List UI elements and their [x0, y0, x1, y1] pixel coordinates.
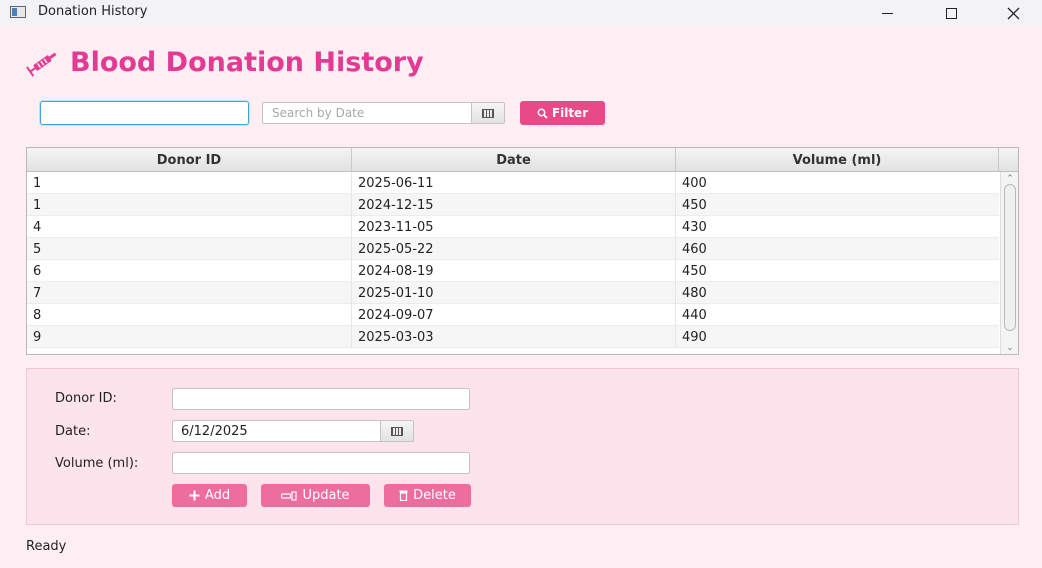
title-bar: Donation History [0, 0, 1042, 26]
donor-id-field[interactable] [172, 388, 470, 410]
cell-volume: 430 [682, 219, 707, 235]
cell-volume: 450 [682, 263, 707, 279]
table-header: Donor ID Date Volume (ml) [27, 148, 1018, 172]
cell-date: 2023-11-05 [352, 216, 676, 238]
table-row[interactable]: 9 2025-03-03 490 [27, 326, 999, 348]
donor-id-label: Donor ID: [55, 391, 117, 406]
cell-donor-id: 1 [27, 194, 352, 216]
search-input[interactable] [40, 101, 249, 125]
table-row[interactable]: 6 2024-08-19 450 [27, 260, 999, 282]
window-title: Donation History [38, 4, 148, 19]
scroll-down-icon[interactable]: ⌄ [1004, 342, 1016, 354]
cell-volume: 400 [682, 175, 707, 191]
maximize-button[interactable] [928, 0, 974, 26]
app-icon [10, 6, 26, 18]
table-row[interactable]: 4 2023-11-05 430 [27, 216, 999, 238]
cell-volume: 480 [682, 285, 707, 301]
volume-label: Volume (ml): [55, 456, 139, 471]
minimize-icon [881, 12, 893, 14]
filter-label: Filter [551, 106, 589, 120]
delete-label: Delete [413, 488, 456, 503]
cell-volume: 490 [682, 329, 707, 345]
page-heading: Blood Donation History [26, 44, 424, 80]
date-search-input[interactable] [262, 102, 472, 124]
table-row[interactable]: 8 2024-09-07 440 [27, 304, 999, 326]
cell-volume: 460 [682, 241, 707, 257]
cell-donor-id: 7 [27, 282, 352, 304]
calendar-icon [391, 426, 403, 436]
cell-date: 2024-09-07 [352, 304, 676, 326]
table-row[interactable]: 1 2025-06-11 400 [27, 172, 999, 194]
donation-table[interactable]: Donor ID Date Volume (ml) 1 2025-06-11 400… [26, 147, 1019, 355]
close-button[interactable] [990, 0, 1036, 26]
scroll-thumb[interactable] [1004, 184, 1016, 331]
pencil-icon [281, 490, 298, 501]
column-header-volume[interactable]: Volume (ml) [676, 148, 999, 172]
plus-icon [189, 490, 200, 501]
maximize-icon [945, 7, 957, 19]
cell-donor-id: 6 [27, 260, 352, 282]
syringe-icon [26, 52, 57, 77]
header-corner [999, 148, 1018, 172]
add-label: Add [204, 488, 231, 503]
update-label: Update [302, 488, 350, 503]
cell-donor-id: 8 [27, 304, 352, 326]
table-row[interactable]: 1 2024-12-15 450 [27, 194, 999, 216]
minimize-button[interactable] [864, 0, 910, 26]
cell-donor-id: 4 [27, 216, 352, 238]
cell-donor-id: 9 [27, 326, 352, 348]
update-button[interactable]: Update [261, 484, 370, 507]
cell-volume: 450 [682, 197, 707, 213]
status-text: Ready [26, 539, 67, 554]
close-icon [1007, 7, 1019, 19]
add-button[interactable]: Add [172, 484, 247, 507]
table-row[interactable]: 5 2025-05-22 460 [27, 238, 999, 260]
cell-donor-id: 1 [27, 172, 352, 194]
cell-volume: 440 [682, 307, 707, 323]
magnifier-icon [537, 108, 548, 119]
cell-date: 2024-08-19 [352, 260, 676, 282]
trash-icon [399, 490, 408, 501]
cell-date: 2025-01-10 [352, 282, 676, 304]
filter-button[interactable]: Filter [520, 101, 605, 125]
column-header-date[interactable]: Date [352, 148, 676, 172]
cell-date: 2024-12-15 [352, 194, 676, 216]
vertical-scrollbar[interactable]: ⌃ ⌄ [1000, 172, 1018, 354]
page-title: Blood Donation History [70, 46, 424, 78]
calendar-icon [482, 108, 494, 118]
column-header-donor-id[interactable]: Donor ID [27, 148, 352, 172]
cell-date: 2025-06-11 [352, 172, 676, 194]
form-date-picker-button[interactable] [380, 420, 414, 442]
cell-donor-id: 5 [27, 238, 352, 260]
table-row[interactable]: 7 2025-01-10 480 [27, 282, 999, 304]
cell-date: 2025-05-22 [352, 238, 676, 260]
delete-button[interactable]: Delete [384, 484, 471, 507]
date-label: Date: [55, 424, 91, 439]
date-field[interactable] [172, 420, 381, 442]
table-body: 1 2025-06-11 400 1 2024-12-15 450 4 2023-11-05 4… [27, 172, 999, 348]
cell-date: 2025-03-03 [352, 326, 676, 348]
volume-field[interactable] [172, 452, 470, 474]
date-picker-button[interactable] [471, 102, 505, 124]
